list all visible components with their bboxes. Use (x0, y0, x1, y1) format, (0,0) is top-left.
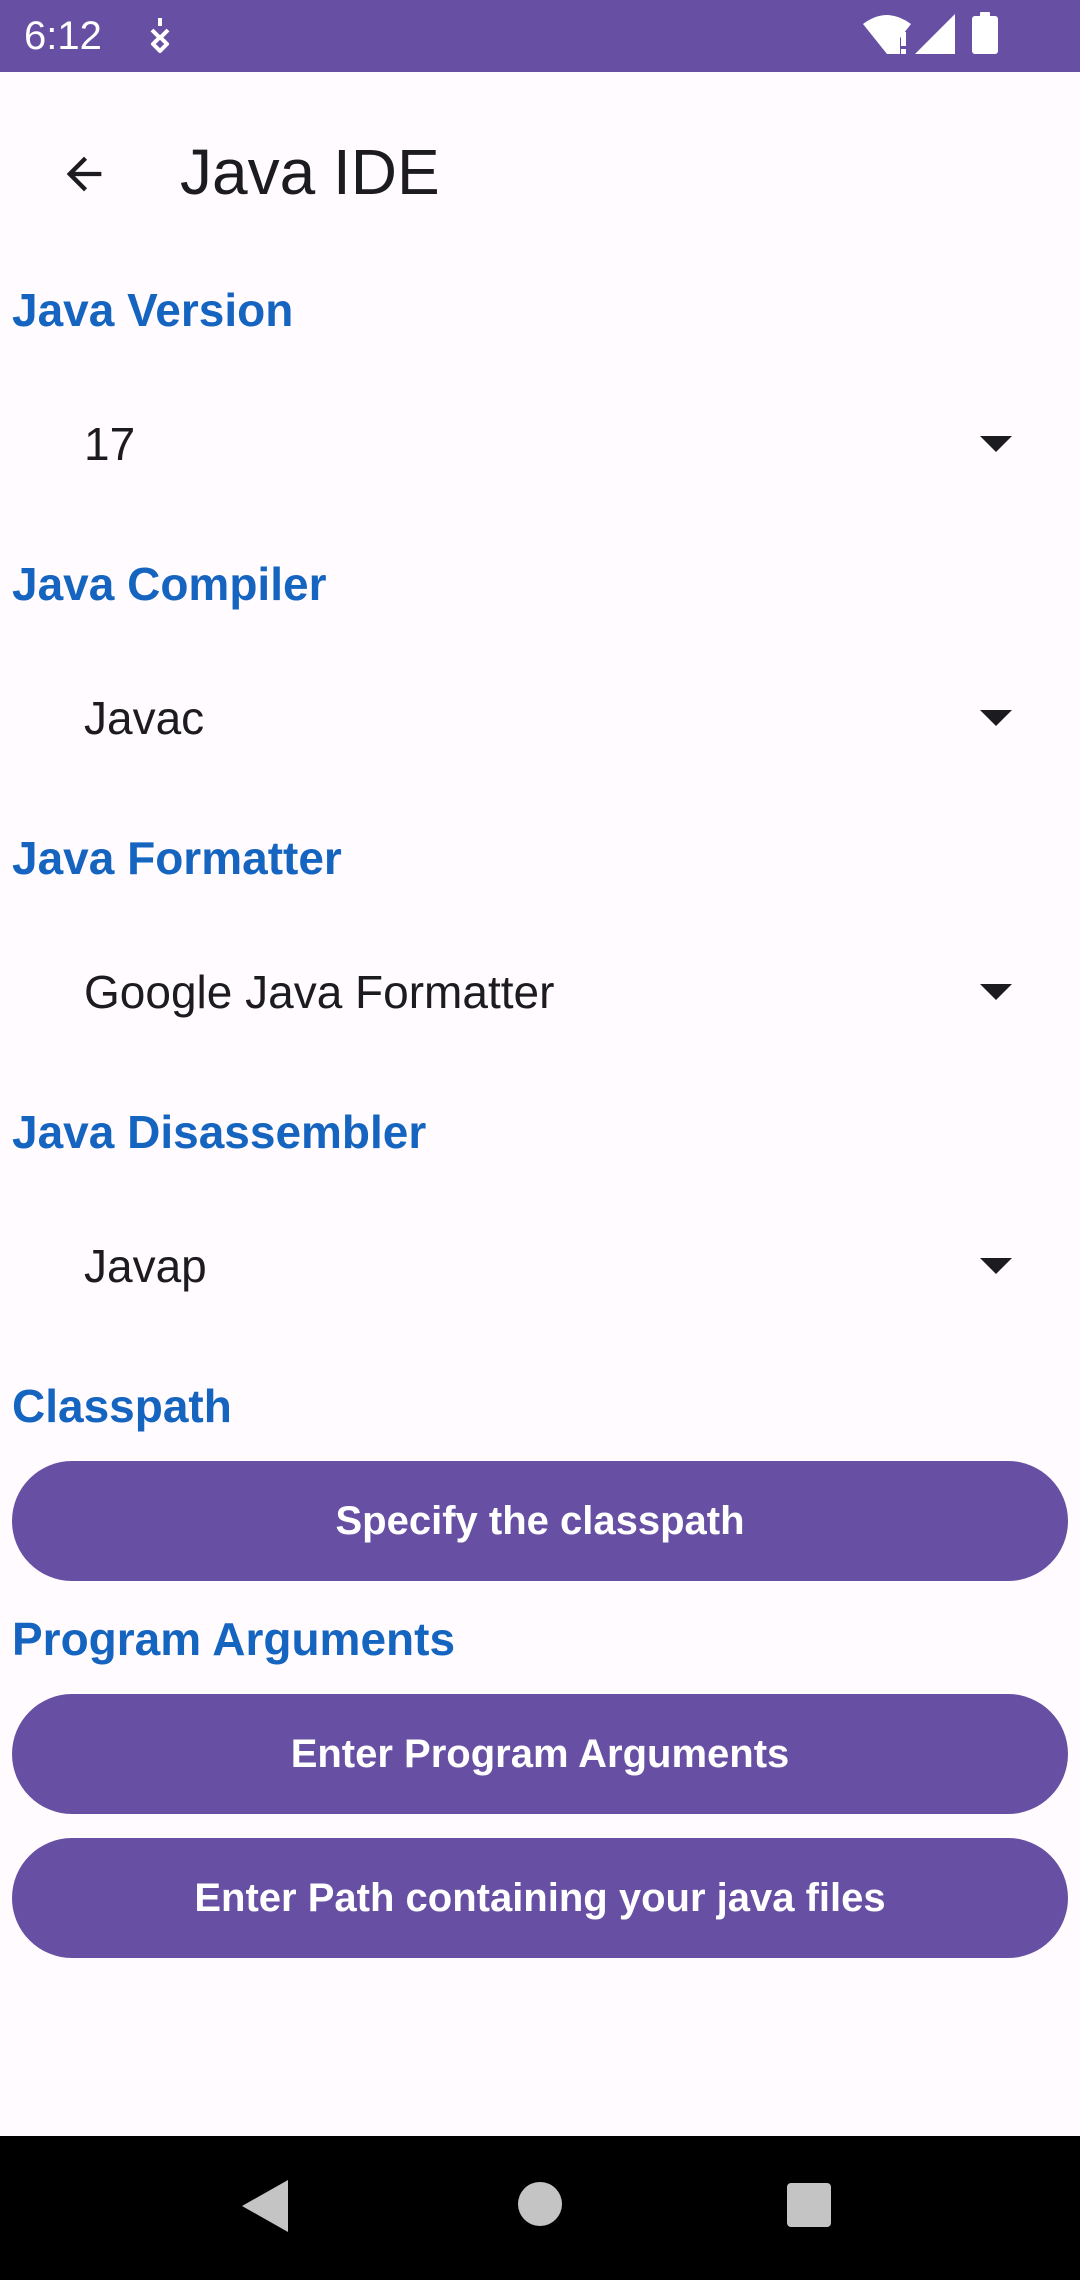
dropdown-arrow-icon (980, 984, 1012, 1000)
status-time: 6:12 (24, 14, 102, 58)
enter-program-arguments-button[interactable]: Enter Program Arguments (12, 1694, 1068, 1814)
notification-icon (150, 18, 170, 53)
dropdown-arrow-icon (980, 436, 1012, 452)
java-formatter-value: Google Java Formatter (84, 966, 555, 1018)
nav-back-icon[interactable] (240, 2178, 290, 2234)
wifi-icon (863, 15, 911, 54)
java-version-dropdown[interactable]: 17 (0, 376, 1080, 516)
nav-recents-icon[interactable] (786, 2182, 832, 2228)
java-compiler-value: Javac (84, 692, 205, 744)
java-compiler-label: Java Compiler (12, 558, 327, 610)
dropdown-arrow-icon (980, 710, 1012, 726)
battery-icon (972, 12, 998, 54)
status-bar: 6:12 (0, 0, 1080, 72)
page-title: Java IDE (180, 136, 440, 208)
java-disassembler-label: Java Disassembler (12, 1106, 427, 1158)
back-button[interactable] (34, 124, 134, 224)
app-bar: Java IDE (0, 72, 1080, 268)
specify-classpath-button[interactable]: Specify the classpath (12, 1461, 1068, 1581)
arrow-back-icon (66, 156, 102, 192)
java-disassembler-dropdown[interactable]: Javap (0, 1198, 1080, 1338)
dropdown-arrow-icon (980, 1258, 1012, 1274)
java-version-value: 17 (84, 418, 136, 470)
navigation-bar (0, 2136, 1080, 2280)
program-arguments-label: Program Arguments (12, 1613, 456, 1665)
java-formatter-label: Java Formatter (12, 832, 342, 884)
java-compiler-dropdown[interactable]: Javac (0, 650, 1080, 790)
java-formatter-dropdown[interactable]: Google Java Formatter (0, 924, 1080, 1064)
java-disassembler-value: Javap (84, 1240, 207, 1292)
java-version-label: Java Version (12, 284, 294, 336)
enter-java-path-button[interactable]: Enter Path containing your java files (12, 1838, 1068, 1958)
signal-icon (915, 14, 955, 54)
classpath-label: Classpath (12, 1380, 232, 1432)
nav-home-icon[interactable] (516, 2180, 564, 2228)
